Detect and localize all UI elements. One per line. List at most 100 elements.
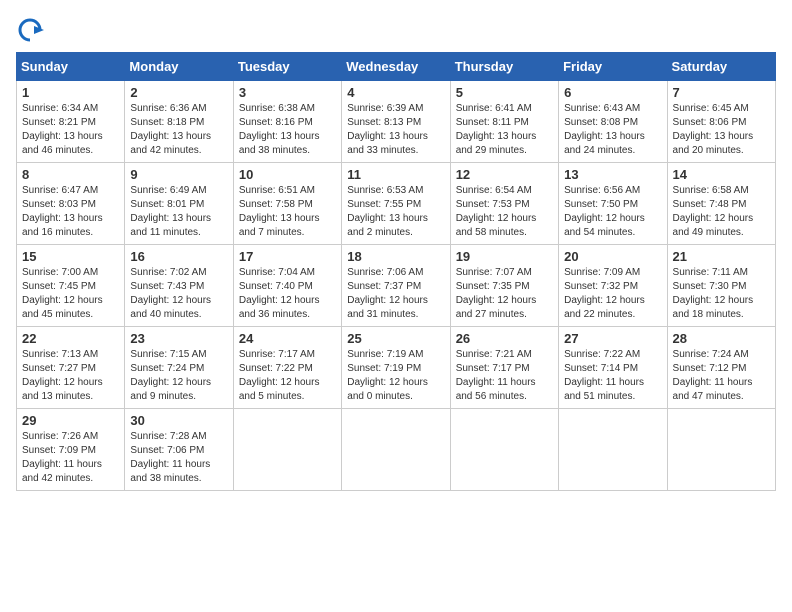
calendar-cell: 18 Sunrise: 7:06 AMSunset: 7:37 PMDaylig… (342, 245, 450, 327)
day-number: 1 (22, 85, 119, 100)
day-info: Sunrise: 7:22 AMSunset: 7:14 PMDaylight:… (564, 348, 661, 404)
day-number: 20 (564, 249, 661, 264)
day-info: Sunrise: 7:15 AMSunset: 7:24 PMDaylight:… (130, 348, 227, 404)
calendar-cell: 1 Sunrise: 6:34 AMSunset: 8:21 PMDayligh… (17, 81, 125, 163)
calendar-header-saturday: Saturday (667, 53, 775, 81)
day-number: 4 (347, 85, 444, 100)
calendar-cell: 11 Sunrise: 6:53 AMSunset: 7:55 PMDaylig… (342, 163, 450, 245)
day-info: Sunrise: 7:06 AMSunset: 7:37 PMDaylight:… (347, 266, 444, 322)
calendar-cell: 20 Sunrise: 7:09 AMSunset: 7:32 PMDaylig… (559, 245, 667, 327)
day-info: Sunrise: 7:21 AMSunset: 7:17 PMDaylight:… (456, 348, 553, 404)
day-info: Sunrise: 7:26 AMSunset: 7:09 PMDaylight:… (22, 430, 119, 486)
logo-icon (16, 16, 44, 44)
day-number: 10 (239, 167, 336, 182)
calendar-cell (667, 409, 775, 491)
day-info: Sunrise: 7:11 AMSunset: 7:30 PMDaylight:… (673, 266, 770, 322)
day-info: Sunrise: 7:09 AMSunset: 7:32 PMDaylight:… (564, 266, 661, 322)
day-info: Sunrise: 7:17 AMSunset: 7:22 PMDaylight:… (239, 348, 336, 404)
calendar-cell: 19 Sunrise: 7:07 AMSunset: 7:35 PMDaylig… (450, 245, 558, 327)
calendar-cell: 21 Sunrise: 7:11 AMSunset: 7:30 PMDaylig… (667, 245, 775, 327)
calendar-header-wednesday: Wednesday (342, 53, 450, 81)
day-info: Sunrise: 7:00 AMSunset: 7:45 PMDaylight:… (22, 266, 119, 322)
day-info: Sunrise: 6:43 AMSunset: 8:08 PMDaylight:… (564, 102, 661, 158)
calendar-header-thursday: Thursday (450, 53, 558, 81)
calendar-cell: 17 Sunrise: 7:04 AMSunset: 7:40 PMDaylig… (233, 245, 341, 327)
page-header (16, 16, 776, 44)
day-info: Sunrise: 6:34 AMSunset: 8:21 PMDaylight:… (22, 102, 119, 158)
day-info: Sunrise: 6:41 AMSunset: 8:11 PMDaylight:… (456, 102, 553, 158)
day-info: Sunrise: 6:58 AMSunset: 7:48 PMDaylight:… (673, 184, 770, 240)
calendar-cell: 16 Sunrise: 7:02 AMSunset: 7:43 PMDaylig… (125, 245, 233, 327)
day-info: Sunrise: 7:13 AMSunset: 7:27 PMDaylight:… (22, 348, 119, 404)
calendar-header-tuesday: Tuesday (233, 53, 341, 81)
day-info: Sunrise: 7:07 AMSunset: 7:35 PMDaylight:… (456, 266, 553, 322)
day-number: 17 (239, 249, 336, 264)
calendar-table: SundayMondayTuesdayWednesdayThursdayFrid… (16, 52, 776, 491)
calendar-cell: 24 Sunrise: 7:17 AMSunset: 7:22 PMDaylig… (233, 327, 341, 409)
calendar-cell (450, 409, 558, 491)
calendar-week-row-1: 1 Sunrise: 6:34 AMSunset: 8:21 PMDayligh… (17, 81, 776, 163)
calendar-week-row-2: 8 Sunrise: 6:47 AMSunset: 8:03 PMDayligh… (17, 163, 776, 245)
day-number: 2 (130, 85, 227, 100)
day-info: Sunrise: 6:47 AMSunset: 8:03 PMDaylight:… (22, 184, 119, 240)
logo (16, 16, 48, 44)
calendar-cell: 13 Sunrise: 6:56 AMSunset: 7:50 PMDaylig… (559, 163, 667, 245)
day-number: 15 (22, 249, 119, 264)
calendar-cell: 5 Sunrise: 6:41 AMSunset: 8:11 PMDayligh… (450, 81, 558, 163)
calendar-cell: 14 Sunrise: 6:58 AMSunset: 7:48 PMDaylig… (667, 163, 775, 245)
calendar-header-sunday: Sunday (17, 53, 125, 81)
calendar-cell: 22 Sunrise: 7:13 AMSunset: 7:27 PMDaylig… (17, 327, 125, 409)
day-number: 7 (673, 85, 770, 100)
day-number: 16 (130, 249, 227, 264)
calendar-cell: 10 Sunrise: 6:51 AMSunset: 7:58 PMDaylig… (233, 163, 341, 245)
day-info: Sunrise: 6:36 AMSunset: 8:18 PMDaylight:… (130, 102, 227, 158)
day-number: 30 (130, 413, 227, 428)
calendar-cell: 23 Sunrise: 7:15 AMSunset: 7:24 PMDaylig… (125, 327, 233, 409)
day-number: 26 (456, 331, 553, 346)
calendar-cell: 12 Sunrise: 6:54 AMSunset: 7:53 PMDaylig… (450, 163, 558, 245)
day-number: 11 (347, 167, 444, 182)
calendar-cell (342, 409, 450, 491)
day-info: Sunrise: 6:54 AMSunset: 7:53 PMDaylight:… (456, 184, 553, 240)
day-info: Sunrise: 7:04 AMSunset: 7:40 PMDaylight:… (239, 266, 336, 322)
calendar-header-friday: Friday (559, 53, 667, 81)
calendar-cell (233, 409, 341, 491)
day-number: 12 (456, 167, 553, 182)
day-number: 27 (564, 331, 661, 346)
day-number: 14 (673, 167, 770, 182)
calendar-cell: 15 Sunrise: 7:00 AMSunset: 7:45 PMDaylig… (17, 245, 125, 327)
calendar-cell: 7 Sunrise: 6:45 AMSunset: 8:06 PMDayligh… (667, 81, 775, 163)
calendar-cell: 25 Sunrise: 7:19 AMSunset: 7:19 PMDaylig… (342, 327, 450, 409)
day-info: Sunrise: 6:51 AMSunset: 7:58 PMDaylight:… (239, 184, 336, 240)
day-number: 3 (239, 85, 336, 100)
calendar-week-row-5: 29 Sunrise: 7:26 AMSunset: 7:09 PMDaylig… (17, 409, 776, 491)
calendar-cell: 28 Sunrise: 7:24 AMSunset: 7:12 PMDaylig… (667, 327, 775, 409)
day-info: Sunrise: 6:45 AMSunset: 8:06 PMDaylight:… (673, 102, 770, 158)
day-number: 23 (130, 331, 227, 346)
calendar-cell: 4 Sunrise: 6:39 AMSunset: 8:13 PMDayligh… (342, 81, 450, 163)
calendar-cell: 6 Sunrise: 6:43 AMSunset: 8:08 PMDayligh… (559, 81, 667, 163)
day-number: 22 (22, 331, 119, 346)
day-info: Sunrise: 7:28 AMSunset: 7:06 PMDaylight:… (130, 430, 227, 486)
calendar-cell: 3 Sunrise: 6:38 AMSunset: 8:16 PMDayligh… (233, 81, 341, 163)
calendar-header-row: SundayMondayTuesdayWednesdayThursdayFrid… (17, 53, 776, 81)
day-number: 29 (22, 413, 119, 428)
day-info: Sunrise: 6:53 AMSunset: 7:55 PMDaylight:… (347, 184, 444, 240)
day-info: Sunrise: 6:56 AMSunset: 7:50 PMDaylight:… (564, 184, 661, 240)
day-info: Sunrise: 6:49 AMSunset: 8:01 PMDaylight:… (130, 184, 227, 240)
day-info: Sunrise: 6:39 AMSunset: 8:13 PMDaylight:… (347, 102, 444, 158)
day-number: 21 (673, 249, 770, 264)
day-number: 25 (347, 331, 444, 346)
day-number: 8 (22, 167, 119, 182)
calendar-cell: 29 Sunrise: 7:26 AMSunset: 7:09 PMDaylig… (17, 409, 125, 491)
day-info: Sunrise: 7:02 AMSunset: 7:43 PMDaylight:… (130, 266, 227, 322)
calendar-week-row-4: 22 Sunrise: 7:13 AMSunset: 7:27 PMDaylig… (17, 327, 776, 409)
day-info: Sunrise: 7:19 AMSunset: 7:19 PMDaylight:… (347, 348, 444, 404)
day-number: 24 (239, 331, 336, 346)
calendar-cell (559, 409, 667, 491)
day-number: 28 (673, 331, 770, 346)
day-info: Sunrise: 6:38 AMSunset: 8:16 PMDaylight:… (239, 102, 336, 158)
day-number: 19 (456, 249, 553, 264)
day-number: 18 (347, 249, 444, 264)
day-number: 9 (130, 167, 227, 182)
